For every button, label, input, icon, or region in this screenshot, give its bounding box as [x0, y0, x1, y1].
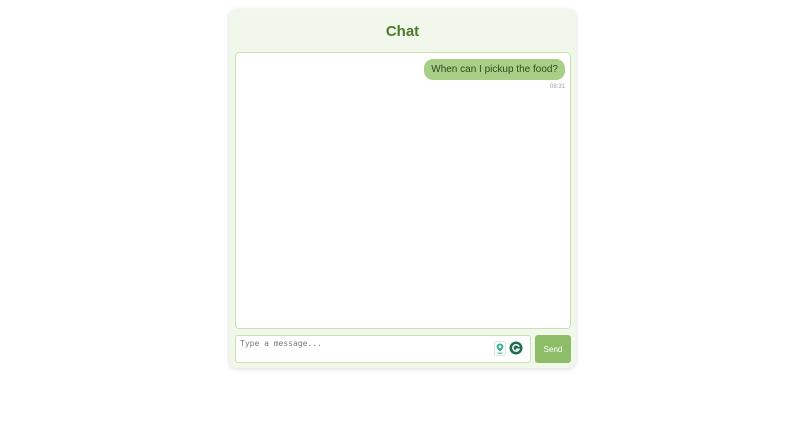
extension-icons — [493, 340, 523, 356]
message-input[interactable] — [240, 339, 490, 359]
page-title: Chat — [385, 23, 420, 40]
message-item: When can I pickup the food? 08:31 — [424, 59, 565, 90]
location-pin-icon[interactable] — [493, 340, 507, 356]
send-button[interactable]: Send — [535, 335, 571, 363]
chat-card: Chat When can I pickup the food? 08:31 T… — [229, 9, 576, 368]
messages-panel[interactable]: When can I pickup the food? 08:31 — [235, 52, 571, 329]
message-input-box[interactable] — [235, 335, 531, 363]
grammarly-icon[interactable] — [509, 340, 523, 356]
message-timestamp: 08:31 — [549, 84, 565, 90]
message-bubble: When can I pickup the food? — [424, 59, 565, 80]
